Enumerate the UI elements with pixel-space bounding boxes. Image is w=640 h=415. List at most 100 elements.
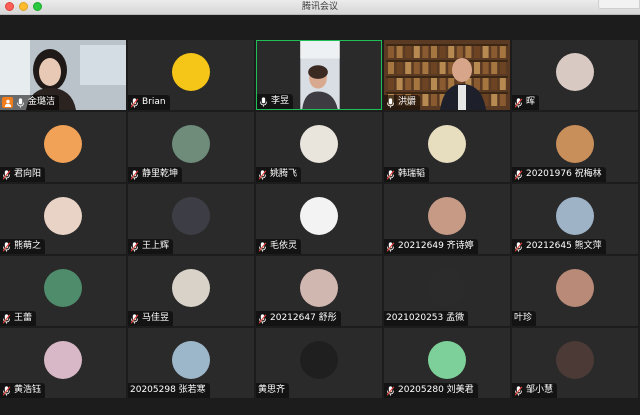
mic-icon	[260, 96, 267, 107]
participant-tile[interactable]: 20212647 舒彤	[256, 256, 382, 326]
participant-name: 洪爝	[398, 97, 417, 107]
avatar	[172, 197, 210, 235]
participant-tile[interactable]: 王上辉	[128, 184, 254, 254]
avatar	[172, 269, 210, 307]
participant-tile[interactable]: 李昱	[256, 40, 382, 110]
bottom-bar	[0, 399, 640, 415]
mic-muted-icon	[258, 169, 267, 180]
mic-muted-icon	[2, 241, 11, 252]
participant-name: 毛依灵	[270, 241, 298, 251]
mic-muted-icon	[514, 385, 523, 396]
participant-namebar: 20201976 祝梅林	[512, 167, 606, 182]
participant-tile[interactable]: 叶珍	[512, 256, 638, 326]
participant-namebar: Brian	[128, 95, 170, 110]
participant-name: 马佳昱	[142, 313, 170, 323]
avatar	[44, 197, 82, 235]
participant-namebar: 李昱	[257, 94, 294, 109]
participant-name: 20205280 刘美君	[398, 385, 474, 395]
participant-name: 黄浩钰	[14, 385, 42, 395]
topbar-view-toggle[interactable]	[598, 0, 640, 9]
avatar	[172, 125, 210, 163]
participant-tile[interactable]: 静里乾坤	[128, 112, 254, 182]
participant-tile[interactable]: 金璐洁	[0, 40, 126, 110]
participant-tile[interactable]: 20201976 祝梅林	[512, 112, 638, 182]
participant-namebar: 20212649 齐诗婷	[384, 239, 478, 254]
participant-name: 李昱	[271, 96, 290, 106]
participant-tile[interactable]: 黄思齐	[256, 328, 382, 398]
avatar	[556, 269, 594, 307]
mic-muted-icon	[386, 169, 395, 180]
participant-name: Brian	[142, 97, 166, 107]
mic-icon	[17, 97, 24, 108]
participant-namebar: 王蕾	[0, 311, 37, 326]
participant-tile[interactable]: 晖	[512, 40, 638, 110]
participant-namebar: 20212645 熊文萍	[512, 239, 606, 254]
participant-name: 叶珍	[514, 313, 533, 323]
participant-name: 姚腾飞	[270, 169, 298, 179]
participant-tile[interactable]: 20212645 熊文萍	[512, 184, 638, 254]
avatar	[44, 269, 82, 307]
participant-name: 王蕾	[14, 313, 33, 323]
mic-muted-icon	[514, 169, 523, 180]
participant-tile[interactable]: 邹小慧	[512, 328, 638, 398]
participant-name: 2021020253 孟微	[386, 313, 465, 323]
participant-tile[interactable]: 20212649 齐诗婷	[384, 184, 510, 254]
participant-namebar: 姚腾飞	[256, 167, 302, 182]
mic-muted-icon	[386, 241, 395, 252]
participant-namebar: 20205280 刘美君	[384, 383, 478, 398]
participant-name: 20212645 熊文萍	[526, 241, 602, 251]
mic-muted-icon	[258, 313, 267, 324]
participant-namebar: 毛依灵	[256, 239, 302, 254]
participant-name: 王上辉	[142, 241, 170, 251]
mic-muted-icon	[2, 385, 11, 396]
participant-tile[interactable]: 2021020253 孟微	[384, 256, 510, 326]
participant-namebar: 君向阳	[0, 167, 46, 182]
participant-tile[interactable]: 20205298 张若寒	[128, 328, 254, 398]
participant-name: 邹小慧	[526, 385, 554, 395]
participant-tile[interactable]: Brian	[128, 40, 254, 110]
mic-icon	[387, 97, 394, 108]
participant-tile[interactable]: 黄浩钰	[0, 328, 126, 398]
avatar	[300, 125, 338, 163]
participant-tile[interactable]: 洪爝	[384, 40, 510, 110]
avatar	[556, 341, 594, 379]
window-titlebar: 腾讯会议	[0, 0, 640, 15]
avatar	[44, 125, 82, 163]
participant-name: 静里乾坤	[142, 169, 179, 179]
participant-name: 20205298 张若寒	[130, 385, 206, 395]
participant-grid: 金璐洁 Brian 李昱 洪爝 晖君向阳 静里乾坤 姚腾飞 韩瑞韬 20201976 祝梅林熊萌…	[0, 40, 640, 399]
avatar	[428, 269, 466, 307]
avatar	[428, 197, 466, 235]
mic-muted-icon	[2, 169, 11, 180]
participant-namebar: 熊萌之	[0, 239, 46, 254]
participant-namebar: 韩瑞韬	[384, 167, 430, 182]
participant-namebar: 金璐洁	[0, 95, 60, 110]
participant-tile[interactable]: 君向阳	[0, 112, 126, 182]
participant-name: 20201976 祝梅林	[526, 169, 602, 179]
mic-muted-icon	[2, 313, 11, 324]
mic-muted-icon	[386, 385, 395, 396]
participant-name: 晖	[526, 97, 536, 107]
participant-tile[interactable]: 姚腾飞	[256, 112, 382, 182]
participant-tile[interactable]: 韩瑞韬	[384, 112, 510, 182]
participant-tile[interactable]: 毛依灵	[256, 184, 382, 254]
participant-tile[interactable]: 王蕾	[0, 256, 126, 326]
participant-namebar: 黄思齐	[256, 383, 290, 398]
participant-name: 韩瑞韬	[398, 169, 426, 179]
participant-tile[interactable]: 20205280 刘美君	[384, 328, 510, 398]
participant-namebar: 20205298 张若寒	[128, 383, 210, 398]
participant-namebar: 洪爝	[384, 95, 421, 110]
avatar	[44, 341, 82, 379]
mic-muted-icon	[130, 97, 139, 108]
avatar	[556, 125, 594, 163]
participant-tile[interactable]: 熊萌之	[0, 184, 126, 254]
participant-name: 20212647 舒彤	[270, 313, 337, 323]
mic-muted-icon	[514, 97, 523, 108]
participant-tile[interactable]: 马佳昱	[128, 256, 254, 326]
mic-muted-icon	[130, 169, 139, 180]
mic-muted-icon	[130, 241, 139, 252]
avatar	[172, 341, 210, 379]
participant-namebar: 黄浩钰	[0, 383, 46, 398]
avatar	[556, 53, 594, 91]
participant-namebar: 晖	[512, 95, 540, 110]
